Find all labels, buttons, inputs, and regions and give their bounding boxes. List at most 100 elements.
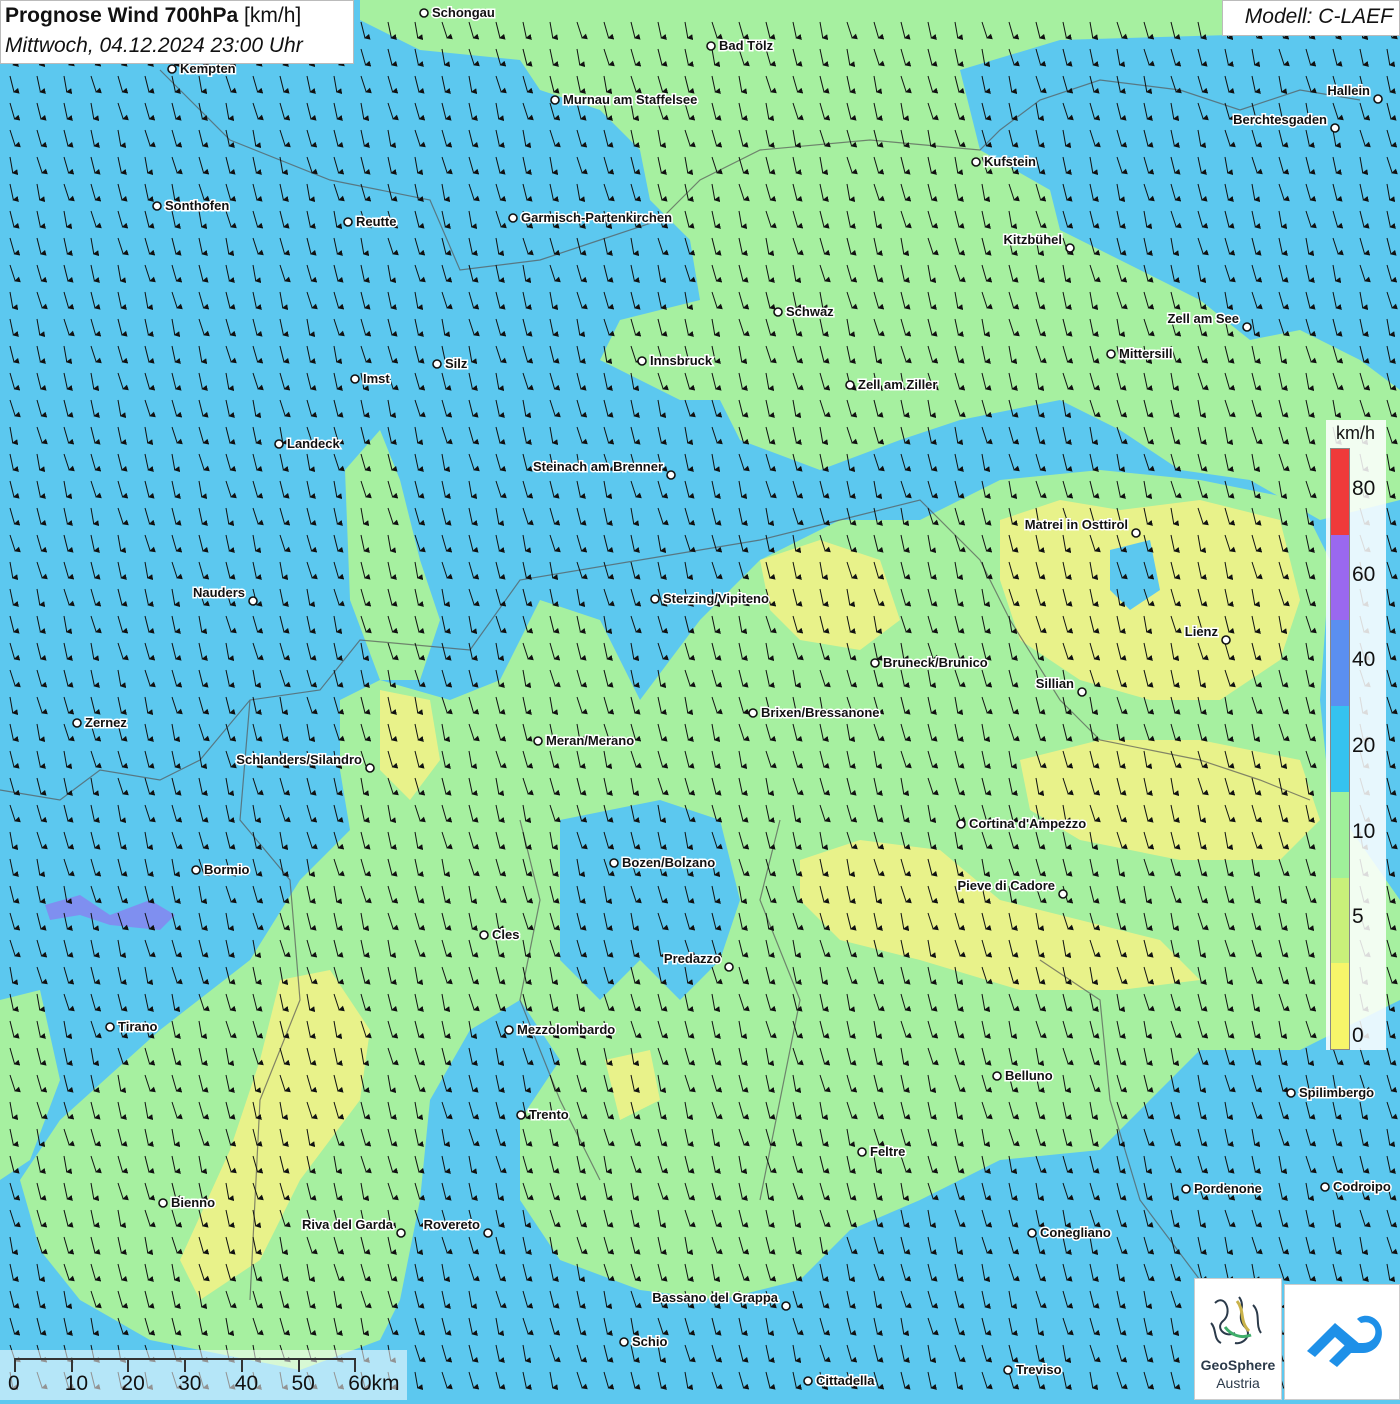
city-dot [1058, 889, 1068, 899]
city-marker: Bruneck/Brunico [870, 654, 989, 672]
wind-map[interactable]: SchongauKemptenBad TölzMurnau am Staffel… [0, 0, 1400, 1400]
city-label: Murnau am Staffelsee [563, 92, 697, 107]
city-dot [158, 1198, 168, 1208]
city-dot [781, 1301, 791, 1311]
city-label: Riva del Garda [302, 1217, 394, 1232]
city-dot [479, 930, 489, 940]
city-dot [619, 1337, 629, 1347]
city-dot [1221, 635, 1231, 645]
city-label: Rovereto [424, 1217, 480, 1232]
city-dot [419, 8, 429, 18]
geosphere-logo[interactable]: GeoSphere Austria [1194, 1278, 1282, 1400]
city-label: Sonthofen [165, 198, 229, 213]
city-marker: Sterzing/Vipiteno [650, 590, 770, 608]
city-label: Tirano [118, 1019, 158, 1034]
legend-segment [1331, 706, 1349, 792]
scale-bar: 0 10 20 30 40 50 60km [0, 1350, 407, 1400]
city-dot [1330, 123, 1340, 133]
city-dot [516, 1110, 526, 1120]
city-label: Cortina d'Ampezzo [969, 816, 1086, 831]
city-label: Bormio [204, 862, 250, 877]
geosphere-label: GeoSphere [1200, 1357, 1276, 1373]
city-label: Predazzo [664, 951, 721, 966]
city-label: Schongau [432, 5, 495, 20]
city-label: Matrei in Osttirol [1025, 517, 1128, 532]
model-label: Modell: C-LAEF [1244, 5, 1393, 28]
city-dot [1065, 243, 1075, 253]
city-label: Bruneck/Brunico [883, 655, 988, 670]
city-dot [396, 1228, 406, 1238]
city-dot [1373, 94, 1383, 104]
legend-label: 20 [1352, 734, 1376, 757]
city-dot [857, 1147, 867, 1157]
city-label: Mezzolombardo [517, 1022, 615, 1037]
city-dot [432, 359, 442, 369]
city-dot [870, 658, 880, 668]
city-label: Nauders [193, 585, 245, 600]
city-marker: Schongau [419, 4, 496, 22]
city-dot [992, 1071, 1002, 1081]
city-marker: Garmisch-Partenkirchen [508, 209, 674, 227]
city-dot [105, 1022, 115, 1032]
city-dot [350, 374, 360, 384]
city-dot [343, 217, 353, 227]
legend-segment [1331, 877, 1349, 964]
app-logo[interactable] [1284, 1284, 1400, 1400]
city-dot [550, 95, 560, 105]
city-label: Steinach am Brenner [533, 459, 663, 474]
city-label: Codroipo [1333, 1179, 1391, 1194]
city-label: Brixen/Bressanone [761, 705, 880, 720]
city-label: Belluno [1005, 1068, 1053, 1083]
city-label: Pordenone [1194, 1181, 1262, 1196]
city-label: Trento [529, 1107, 569, 1122]
city-marker: Cortina d'Ampezzo [956, 815, 1088, 833]
scale-label: 0 [8, 1372, 20, 1395]
city-dot [504, 1025, 514, 1035]
city-dot [609, 858, 619, 868]
city-dot [637, 356, 647, 366]
city-dot [666, 470, 676, 480]
city-marker: Meran/Merano [533, 732, 636, 750]
city-label: Bad Tölz [719, 38, 774, 53]
city-dot [533, 736, 543, 746]
city-label: Hallein [1327, 83, 1370, 98]
map-subtitle: Mittwoch, 04.12.2024 23:00 Uhr [5, 34, 303, 57]
city-dot [724, 962, 734, 972]
city-marker: Murnau am Staffelsee [550, 91, 699, 109]
city-dot [1131, 528, 1141, 538]
city-marker: Conegliano [1027, 1224, 1112, 1242]
city-dot [1320, 1182, 1330, 1192]
cloud-arrow-icon [1307, 1315, 1382, 1367]
legend-segment [1331, 963, 1349, 1049]
legend-color-bar [1330, 448, 1350, 1050]
city-label: Innsbruck [650, 353, 713, 368]
city-label: Zell am See [1167, 311, 1239, 326]
city-label: Bassano del Grappa [652, 1290, 778, 1305]
scale-tick [184, 1358, 187, 1372]
city-dot [72, 718, 82, 728]
city-dot [508, 213, 518, 223]
city-dot [1027, 1228, 1037, 1238]
city-dot [483, 1228, 493, 1238]
city-label: Schlanders/Silandro [236, 752, 362, 767]
city-dot [152, 201, 162, 211]
scale-tick [70, 1358, 73, 1372]
legend-label: 5 [1352, 905, 1364, 929]
city-label: Bienno [171, 1195, 215, 1210]
city-marker: Spilimbergo [1286, 1084, 1376, 1102]
scale-label: 50 [291, 1372, 315, 1395]
city-label: Garmisch-Partenkirchen [521, 210, 672, 225]
city-marker: Sonthofen [152, 197, 231, 215]
city-label: Meran/Merano [546, 733, 634, 748]
legend-segment [1331, 791, 1349, 878]
legend-label: 60 [1352, 562, 1376, 586]
city-dot [971, 157, 981, 167]
city-dot [650, 594, 660, 604]
scale-tick [354, 1358, 357, 1372]
city-label: Feltre [870, 1144, 905, 1159]
city-dot [1242, 322, 1252, 332]
city-label: Landeck [287, 436, 341, 451]
austria-label: Austria [1216, 1375, 1260, 1391]
city-dot [248, 596, 258, 606]
city-dot [773, 307, 783, 317]
